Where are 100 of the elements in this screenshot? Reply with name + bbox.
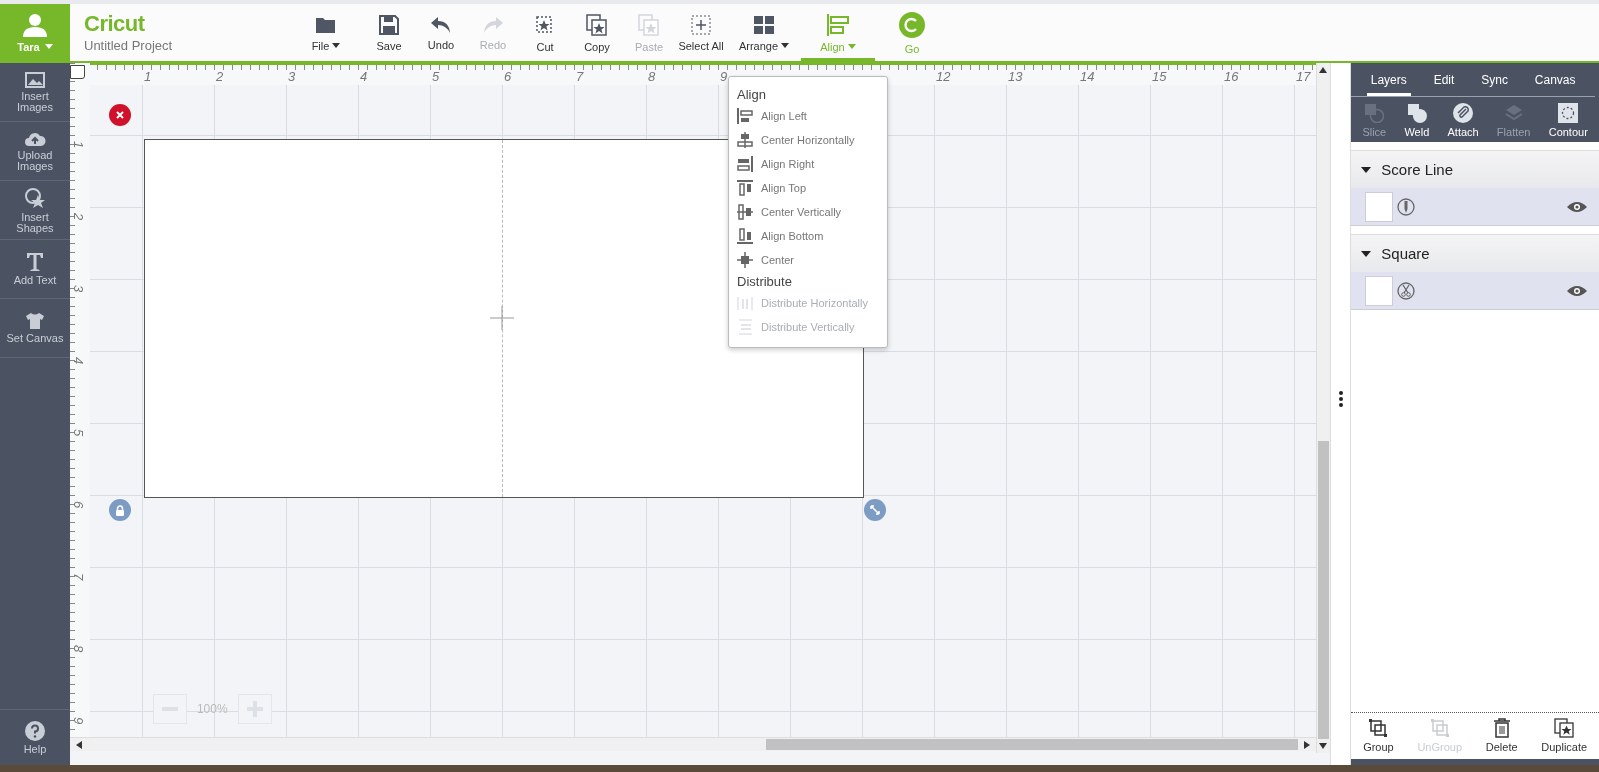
toolbar-button[interactable]: Undo bbox=[415, 4, 467, 61]
layer-action-button[interactable]: Contour bbox=[1548, 103, 1588, 138]
menu-item[interactable]: Align Bottom bbox=[737, 224, 824, 248]
ruler-number: 9 bbox=[719, 69, 728, 84]
ruler-number: 16 bbox=[1223, 69, 1239, 84]
sidebar-item[interactable]: Set Canvas bbox=[0, 299, 70, 358]
horizontal-scrollbar[interactable] bbox=[69, 737, 1316, 751]
save-icon bbox=[379, 14, 399, 35]
layer-group-header[interactable]: Square bbox=[1351, 234, 1599, 272]
align-option-icon bbox=[737, 252, 753, 268]
ruler-number: 15 bbox=[1151, 69, 1167, 84]
scissors-icon bbox=[1397, 281, 1416, 300]
layer-thumbnail bbox=[1365, 191, 1394, 222]
scroll-down-icon bbox=[1319, 743, 1328, 749]
scroll-up-icon bbox=[1319, 67, 1328, 73]
toolbar-button[interactable]: Save bbox=[363, 4, 415, 61]
undo-icon bbox=[430, 15, 452, 34]
sidebar-item[interactable]: Insert Images bbox=[0, 63, 70, 122]
project-title: Untitled Project bbox=[84, 38, 174, 53]
score-line[interactable] bbox=[501, 140, 503, 497]
ruler-number: 2 bbox=[215, 69, 224, 84]
panel-tab[interactable]: Layers bbox=[1366, 69, 1411, 96]
align-option-icon bbox=[737, 319, 753, 335]
sidebar-item[interactable]: Upload Images bbox=[0, 122, 70, 181]
align-left-icon bbox=[826, 13, 850, 36]
align-option-icon bbox=[737, 228, 753, 244]
ruler-number: 6 bbox=[503, 69, 512, 84]
menu-item[interactable]: Center Horizontally bbox=[737, 128, 855, 152]
layer-row[interactable] bbox=[1351, 272, 1599, 309]
lock-handle[interactable] bbox=[108, 499, 131, 521]
help-icon bbox=[24, 720, 45, 741]
layer-action-button[interactable]: Attach bbox=[1447, 103, 1479, 138]
ruler-number: 7 bbox=[575, 69, 584, 84]
scroll-thumb[interactable] bbox=[765, 739, 1298, 750]
menu-item[interactable]: Align Right bbox=[737, 152, 815, 176]
grid-icon bbox=[753, 14, 775, 35]
user-name: Tara bbox=[17, 40, 53, 53]
menu-item[interactable]: Align Top bbox=[737, 176, 807, 200]
panel-tab[interactable]: Edit bbox=[1429, 69, 1459, 96]
go-icon bbox=[899, 11, 925, 38]
layer-action-button[interactable]: Weld bbox=[1404, 103, 1430, 138]
copy-icon bbox=[586, 13, 608, 36]
sidebar-item[interactable]: Insert Shapes bbox=[0, 181, 70, 240]
ruler-number: 5 bbox=[431, 69, 440, 84]
eye-icon[interactable] bbox=[1567, 200, 1587, 213]
menu-item[interactable]: Center bbox=[737, 248, 795, 272]
layer-group-header[interactable]: Score Line bbox=[1351, 150, 1599, 188]
duplicate-icon bbox=[1554, 718, 1575, 738]
toolbar-button[interactable]: Cut bbox=[519, 4, 571, 61]
align-option-icon bbox=[737, 156, 753, 172]
panel-footer-button[interactable]: Delete bbox=[1485, 718, 1518, 753]
shapes-icon bbox=[23, 186, 46, 209]
shirt-icon bbox=[24, 312, 45, 330]
menu-section-title: Align bbox=[737, 87, 767, 102]
layers-icon bbox=[1503, 103, 1524, 123]
ungroup-icon bbox=[1429, 718, 1450, 738]
layer-thumbnail bbox=[1365, 275, 1394, 306]
panel-tab[interactable]: Canvas bbox=[1530, 69, 1580, 96]
cloud-upload-icon bbox=[23, 130, 46, 147]
sidebar-item[interactable]: Add Text bbox=[0, 240, 70, 299]
ruler-number: 3 bbox=[71, 284, 86, 293]
trash-icon bbox=[1492, 718, 1511, 738]
group-icon bbox=[1368, 718, 1389, 738]
ruler-number: 6 bbox=[71, 500, 86, 509]
ruler-number: 8 bbox=[647, 69, 656, 84]
paperclip-icon bbox=[1453, 103, 1474, 123]
crosshair-icon bbox=[489, 306, 514, 330]
panel-tab[interactable]: Sync bbox=[1477, 69, 1512, 96]
align-option-icon bbox=[737, 108, 753, 124]
panel-footer-button[interactable]: Duplicate bbox=[1541, 718, 1588, 753]
ruler-number: 4 bbox=[71, 356, 86, 365]
eye-icon[interactable] bbox=[1567, 284, 1587, 297]
resize-handle[interactable] bbox=[863, 499, 886, 521]
toolbar-button[interactable]: Copy bbox=[571, 4, 623, 61]
layer-name: Square bbox=[1381, 245, 1430, 262]
ruler-number: 1 bbox=[143, 69, 152, 84]
align-option-icon bbox=[737, 180, 753, 196]
scroll-thumb[interactable] bbox=[1317, 441, 1329, 739]
lock-icon bbox=[114, 504, 125, 516]
user-icon bbox=[22, 12, 48, 37]
ruler-number: 3 bbox=[287, 69, 296, 84]
align-option-icon bbox=[737, 204, 753, 220]
toolbar-button[interactable]: Arrange bbox=[727, 4, 801, 61]
menu-section-title: Distribute bbox=[737, 274, 793, 289]
caret-icon bbox=[1361, 250, 1372, 257]
select-all-icon bbox=[691, 14, 711, 35]
redo-icon bbox=[482, 15, 504, 34]
layer-name: Score Line bbox=[1381, 161, 1453, 178]
contour-icon bbox=[1558, 103, 1579, 123]
delete-handle[interactable] bbox=[108, 104, 131, 126]
toolbar-button[interactable]: Select All bbox=[675, 4, 727, 61]
ruler-number: 2 bbox=[71, 212, 86, 221]
menu-item[interactable]: Center Vertically bbox=[737, 200, 842, 224]
toolbar-button[interactable]: File bbox=[289, 4, 363, 61]
zoom-level: 100% bbox=[196, 702, 228, 716]
ruler-number: 9 bbox=[71, 716, 86, 725]
panel-footer-button[interactable]: Group bbox=[1363, 718, 1394, 753]
ruler-number: 14 bbox=[1079, 69, 1095, 84]
menu-item[interactable]: Align Left bbox=[737, 104, 807, 128]
drag-handle-icon[interactable] bbox=[1338, 391, 1343, 407]
